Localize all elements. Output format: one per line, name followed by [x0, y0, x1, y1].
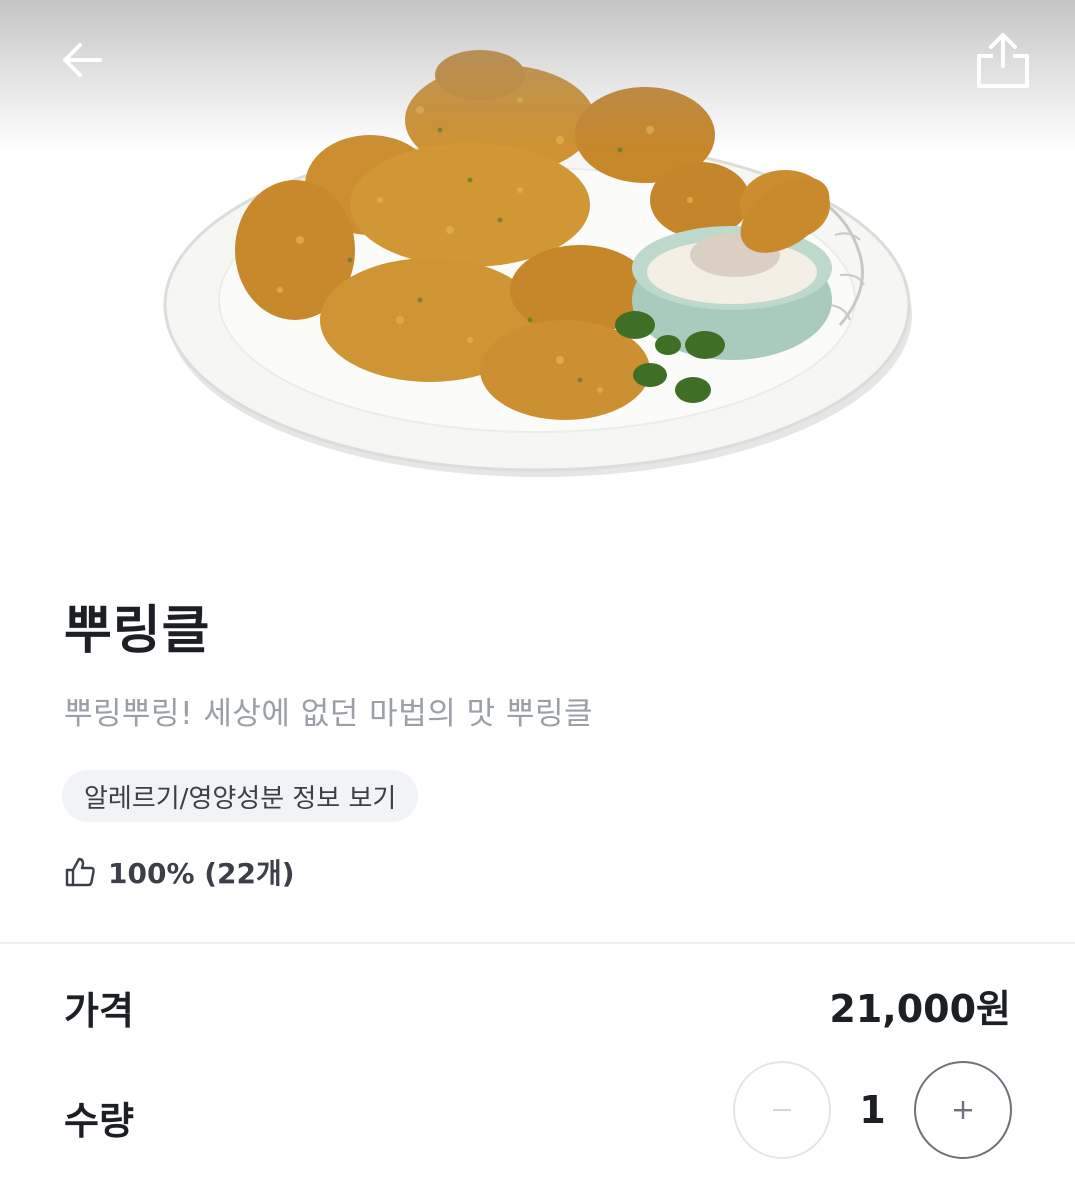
back-button[interactable]	[50, 28, 114, 92]
product-image	[0, 0, 1075, 530]
rating-text: 100% (22개)	[108, 857, 295, 890]
quantity-value: 1	[859, 1088, 886, 1132]
product-description: 뿌링뿌링! 세상에 없던 마법의 맛 뿌링클	[64, 696, 594, 732]
allergy-nutrition-info-button[interactable]: 알레르기/영양성분 정보 보기	[62, 770, 419, 822]
header-gradient	[0, 0, 1075, 150]
minus-icon	[773, 1109, 791, 1111]
share-icon	[977, 33, 1029, 88]
quantity-increase-button[interactable]	[914, 1061, 1012, 1159]
price-label: 가격	[64, 989, 134, 1033]
quantity-label: 수량	[64, 1099, 134, 1143]
quantity-decrease-button[interactable]	[733, 1061, 831, 1159]
price-value: 21,000원	[829, 987, 1011, 1031]
product-name: 뿌링클	[64, 601, 211, 661]
rating: 100% (22개)	[64, 852, 295, 892]
info-chip-label: 알레르기/영양성분 정보 보기	[84, 783, 397, 814]
thumbs-up-icon	[65, 857, 95, 887]
plus-icon	[954, 1101, 972, 1119]
share-button[interactable]	[971, 28, 1035, 92]
section-divider	[0, 942, 1075, 944]
arrow-left-icon	[63, 43, 102, 77]
